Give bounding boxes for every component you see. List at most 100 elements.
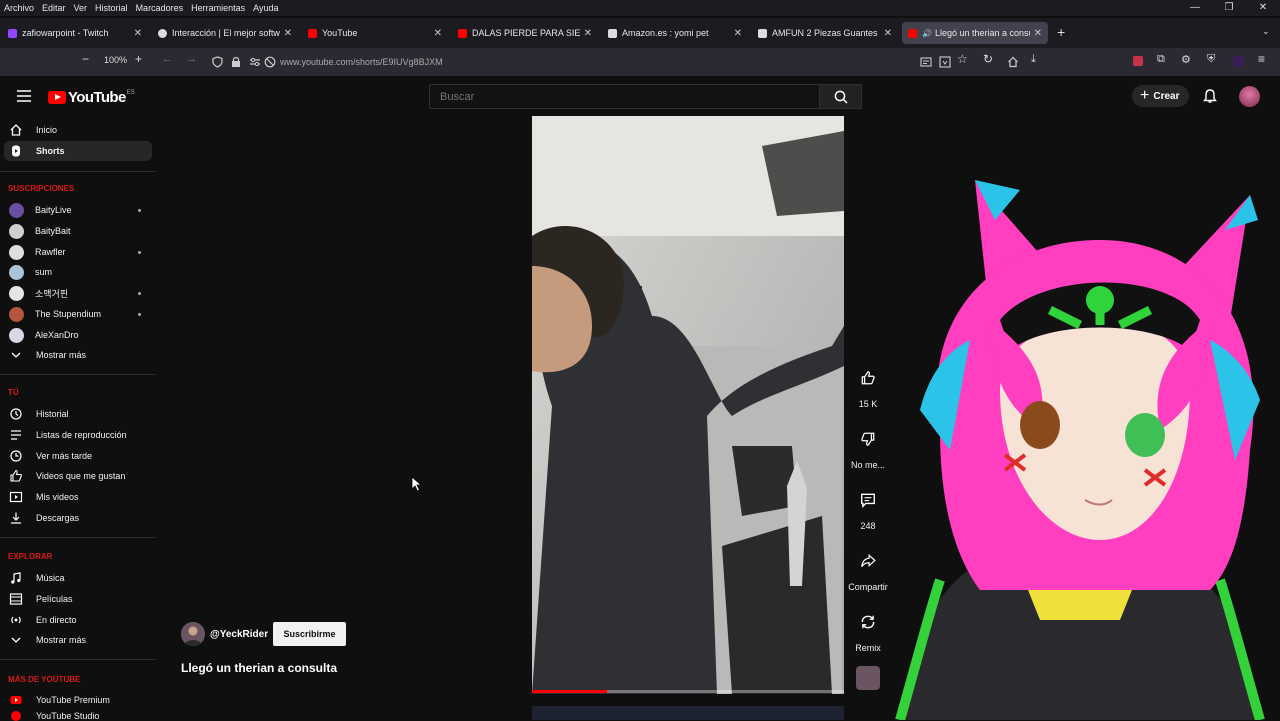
subscription-the-stupendium[interactable]: The Stupendium	[4, 304, 152, 324]
sidebar-item-my-videos[interactable]: Mis videos	[4, 487, 152, 507]
restore-icon[interactable]: ❐	[1212, 0, 1246, 16]
channel-avatar[interactable]	[181, 622, 205, 646]
tab-list-icon[interactable]: ⌄	[1262, 26, 1270, 37]
subscription-sum[interactable]: sum	[4, 262, 152, 282]
remix-button[interactable]	[856, 610, 880, 634]
zoom-out-icon[interactable]: −	[82, 52, 89, 66]
settings-gear-icon[interactable]: ⚙	[1181, 53, 1191, 66]
sidebar-item-youtube-premium[interactable]: YouTube Premium	[4, 690, 152, 710]
share-button[interactable]	[856, 549, 880, 573]
reload-icon[interactable]: ↻	[983, 52, 993, 66]
autoplay-blocked-icon[interactable]	[264, 56, 276, 68]
menu-ayuda[interactable]: Ayuda	[249, 3, 282, 13]
sidebar-item-watch-later[interactable]: Ver más tarde	[4, 446, 152, 466]
url-field[interactable]: www.youtube.com/shorts/E9IUVg8BJXM	[280, 57, 443, 67]
screenshot-icon[interactable]	[939, 56, 951, 68]
app-menu-icon[interactable]: ≡	[1258, 52, 1265, 66]
subscription-baitybait[interactable]: BaityBait	[4, 221, 152, 241]
sidebar-item-music[interactable]: Música	[4, 568, 152, 588]
sidebar-item-shorts[interactable]: Shorts	[4, 141, 152, 161]
tab-dalas[interactable]: DALAS PIERDE PARA SIEMPRE ✕	[452, 22, 598, 44]
notifications-bell-icon[interactable]	[1203, 89, 1217, 104]
permissions-icon[interactable]	[249, 56, 261, 68]
like-button[interactable]	[856, 366, 880, 390]
menu-editar[interactable]: Editar	[38, 3, 70, 13]
tab-amfun[interactable]: AMFUN 2 Piezas Guantes para ✕	[752, 22, 898, 44]
tab-strip: zafiowarpoint - Twitch ✕ Interacción | E…	[0, 18, 1280, 48]
dislike-button[interactable]	[856, 427, 880, 451]
sound-avatar[interactable]	[856, 666, 880, 690]
create-button[interactable]: + Crear	[1132, 85, 1190, 107]
sidebar-item-downloads[interactable]: Descargas	[4, 508, 152, 528]
subscription-alexandro[interactable]: AleXanDro	[4, 325, 152, 345]
search-button[interactable]	[820, 84, 862, 109]
menu-archivo[interactable]: Archivo	[0, 3, 38, 13]
shield-icon[interactable]	[212, 56, 223, 68]
subscription-label: 소맥거핀	[35, 289, 69, 300]
menu-herramientas[interactable]: Herramientas	[187, 3, 249, 13]
search-input[interactable]	[429, 84, 820, 109]
downloads-icon[interactable]: ⤓	[1031, 53, 1036, 66]
close-tab-icon[interactable]: ✕	[134, 28, 142, 39]
next-short-preview[interactable]	[532, 706, 844, 720]
close-tab-icon[interactable]: ✕	[884, 28, 892, 39]
subscription-baitylive[interactable]: BaityLive	[4, 200, 152, 220]
close-tab-icon[interactable]: ✕	[734, 28, 742, 39]
channel-name[interactable]: @YeckRider	[210, 629, 268, 640]
subscription-rawfler[interactable]: Rawfler	[4, 242, 152, 262]
extensions-puzzle-icon[interactable]: ⧉	[1157, 53, 1165, 66]
close-tab-icon[interactable]: ✕	[284, 28, 292, 39]
show-more-subscriptions[interactable]: Mostrar más	[4, 345, 152, 365]
menu-historial[interactable]: Historial	[91, 3, 132, 13]
tab-amazon[interactable]: Amazon.es : yomi pet ✕	[602, 22, 748, 44]
sidebar-item-live[interactable]: En directo	[4, 610, 152, 630]
extension-icon[interactable]	[1133, 56, 1143, 66]
lock-icon[interactable]	[231, 56, 241, 68]
channel-avatar	[9, 327, 24, 343]
zoom-in-icon[interactable]: +	[135, 52, 142, 66]
menu-ver[interactable]: Ver	[70, 3, 92, 13]
show-more-explore[interactable]: Mostrar más	[4, 630, 152, 650]
subscribe-button[interactable]: Suscribirme	[273, 622, 346, 646]
home-button-icon[interactable]	[1007, 56, 1019, 68]
tab-interaccion[interactable]: Interacción | El mejor software y ✕	[152, 22, 298, 44]
minimize-icon[interactable]: —	[1178, 0, 1212, 16]
sidebar-item-label: Videos que me gustan	[36, 471, 126, 481]
sidebar-item-inicio[interactable]: Inicio	[4, 120, 152, 140]
sidebar-item-movies[interactable]: Películas	[4, 589, 152, 609]
short-video-player[interactable]	[532, 116, 844, 694]
remix-icon	[861, 615, 875, 629]
video-icon	[9, 491, 23, 503]
privacy-shield-icon[interactable]: ⛨	[1207, 53, 1215, 66]
reader-view-icon[interactable]	[920, 56, 932, 68]
tab-active-short[interactable]: 🔊 Llegó un therian a consulta ✕	[902, 22, 1048, 44]
youtube-play-icon	[48, 91, 66, 104]
close-window-icon[interactable]: ✕	[1246, 0, 1280, 16]
user-avatar[interactable]	[1239, 86, 1260, 107]
subscription-somaekgeopin[interactable]: 소맥거핀	[4, 283, 152, 303]
menu-marcadores[interactable]: Marcadores	[132, 3, 188, 13]
film-icon	[9, 593, 23, 605]
profile-extension-icon[interactable]	[1233, 56, 1244, 67]
sidebar-item-playlists[interactable]: Listas de reproducción	[4, 425, 152, 445]
forward-icon[interactable]: →	[186, 53, 197, 65]
playlist-icon	[11, 430, 21, 440]
hamburger-menu-icon[interactable]	[17, 90, 31, 102]
close-tab-icon[interactable]: ✕	[1034, 28, 1042, 39]
close-tab-icon[interactable]: ✕	[434, 28, 442, 39]
new-tab-icon[interactable]: +	[1057, 24, 1065, 40]
bookmark-star-icon[interactable]: ☆	[957, 52, 968, 66]
sidebar-item-historial[interactable]: Historial	[4, 404, 152, 424]
back-icon[interactable]: ←	[162, 53, 173, 65]
tab-twitch[interactable]: zafiowarpoint - Twitch ✕	[2, 22, 148, 44]
youtube-logo[interactable]: YouTube ES	[48, 89, 135, 106]
zoom-level[interactable]: 100%	[104, 55, 127, 65]
sidebar-item-liked-videos[interactable]: Videos que me gustan	[4, 466, 152, 486]
sidebar-item-label: Inicio	[36, 125, 58, 135]
speaker-icon: 🔊	[922, 28, 932, 38]
tab-title: Interacción | El mejor software y	[172, 28, 280, 38]
video-progress-fill	[532, 690, 607, 693]
close-tab-icon[interactable]: ✕	[584, 28, 592, 39]
tab-youtube[interactable]: YouTube ✕	[302, 22, 448, 44]
comments-button[interactable]	[856, 488, 880, 512]
